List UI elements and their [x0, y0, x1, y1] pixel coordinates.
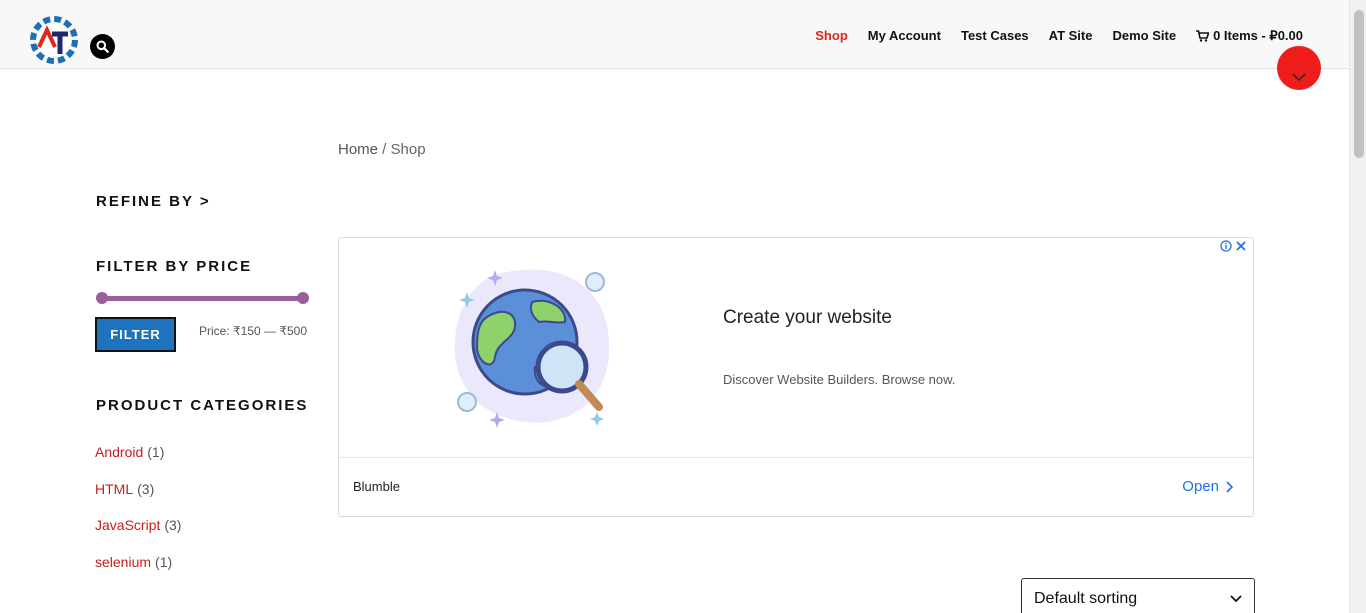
breadcrumb-home[interactable]: Home — [338, 141, 378, 158]
page-scrollbar[interactable] — [1349, 0, 1366, 613]
ad-open-label: Open — [1182, 478, 1219, 495]
nav-item-shop[interactable]: Shop — [805, 27, 858, 45]
ad-title[interactable]: Create your website — [723, 307, 892, 329]
ad-choices-badge[interactable] — [1220, 240, 1247, 252]
nav-item-test-cases[interactable]: Test Cases — [951, 27, 1039, 45]
price-slider-max-handle[interactable] — [297, 292, 309, 304]
nav-item-my-account[interactable]: My Account — [858, 27, 951, 45]
list-item: JavaScript (3) — [95, 517, 181, 554]
breadcrumb-current: Shop — [390, 141, 426, 158]
search-icon — [96, 40, 109, 53]
category-link-selenium[interactable]: selenium — [95, 554, 151, 570]
sort-select[interactable]: Default sorting — [1021, 578, 1255, 613]
filter-button[interactable]: FILTER — [95, 317, 176, 352]
ad-content[interactable]: Create your website Discover Website Bui… — [339, 238, 1253, 458]
ad-description[interactable]: Discover Website Builders. Browse now. — [723, 372, 955, 387]
breadcrumb: Home / Shop — [338, 141, 426, 158]
category-count: (3) — [137, 480, 155, 497]
cart-icon — [1196, 30, 1210, 42]
category-count: (3) — [164, 517, 182, 533]
chevron-right-icon — [1226, 480, 1233, 493]
search-button[interactable] — [90, 34, 115, 59]
category-count: (1) — [155, 553, 173, 570]
scroll-down-button[interactable] — [1277, 46, 1321, 90]
filter-by-price-heading: FILTER BY PRICE — [96, 258, 253, 275]
shop-page: Shop My Account Test Cases AT Site Demo … — [0, 0, 1366, 613]
info-icon[interactable] — [1220, 240, 1232, 252]
close-icon[interactable] — [1235, 240, 1247, 252]
advertisement[interactable]: Create your website Discover Website Bui… — [338, 237, 1254, 517]
nav-item-cart[interactable]: 0 Items - ₽0.00 — [1186, 27, 1313, 45]
list-item: selenium (1) — [95, 554, 181, 591]
breadcrumb-separator: / — [378, 141, 391, 158]
chevron-down-icon — [1230, 595, 1242, 603]
site-header: Shop My Account Test Cases AT Site Demo … — [0, 0, 1349, 69]
site-logo[interactable] — [28, 14, 80, 66]
price-slider-min-handle[interactable] — [96, 292, 108, 304]
category-link-javascript[interactable]: JavaScript — [95, 517, 160, 533]
main-nav: Shop My Account Test Cases AT Site Demo … — [805, 27, 1313, 45]
nav-item-at-site[interactable]: AT Site — [1039, 27, 1103, 45]
price-range-slider[interactable] — [96, 292, 309, 304]
ad-brand[interactable]: Blumble — [353, 479, 400, 494]
ad-open-button[interactable]: Open — [1182, 478, 1233, 495]
sort-selected-value: Default sorting — [1034, 590, 1138, 607]
globe-magnifier-illustration — [454, 269, 610, 428]
list-item: Android (1) — [95, 444, 181, 481]
product-categories-heading: PRODUCT CATEGORIES — [96, 397, 309, 414]
refine-by-heading[interactable]: REFINE BY > — [96, 193, 211, 210]
price-range-label: Price: ₹150 — ₹500 — [199, 324, 307, 338]
category-list: Android (1) HTML (3) JavaScript (3) seleniu… — [95, 444, 181, 590]
category-count: (1) — [147, 444, 165, 460]
category-link-android[interactable]: Android — [95, 444, 143, 460]
chevron-down-icon — [1292, 73, 1306, 81]
scrollbar-thumb[interactable] — [1354, 10, 1364, 158]
price-slider-track — [102, 296, 303, 301]
category-link-html[interactable]: HTML — [95, 481, 133, 497]
list-item: HTML (3) — [95, 481, 181, 518]
nav-item-demo-site[interactable]: Demo Site — [1102, 27, 1186, 45]
cart-summary: 0 Items - ₽0.00 — [1213, 28, 1303, 43]
